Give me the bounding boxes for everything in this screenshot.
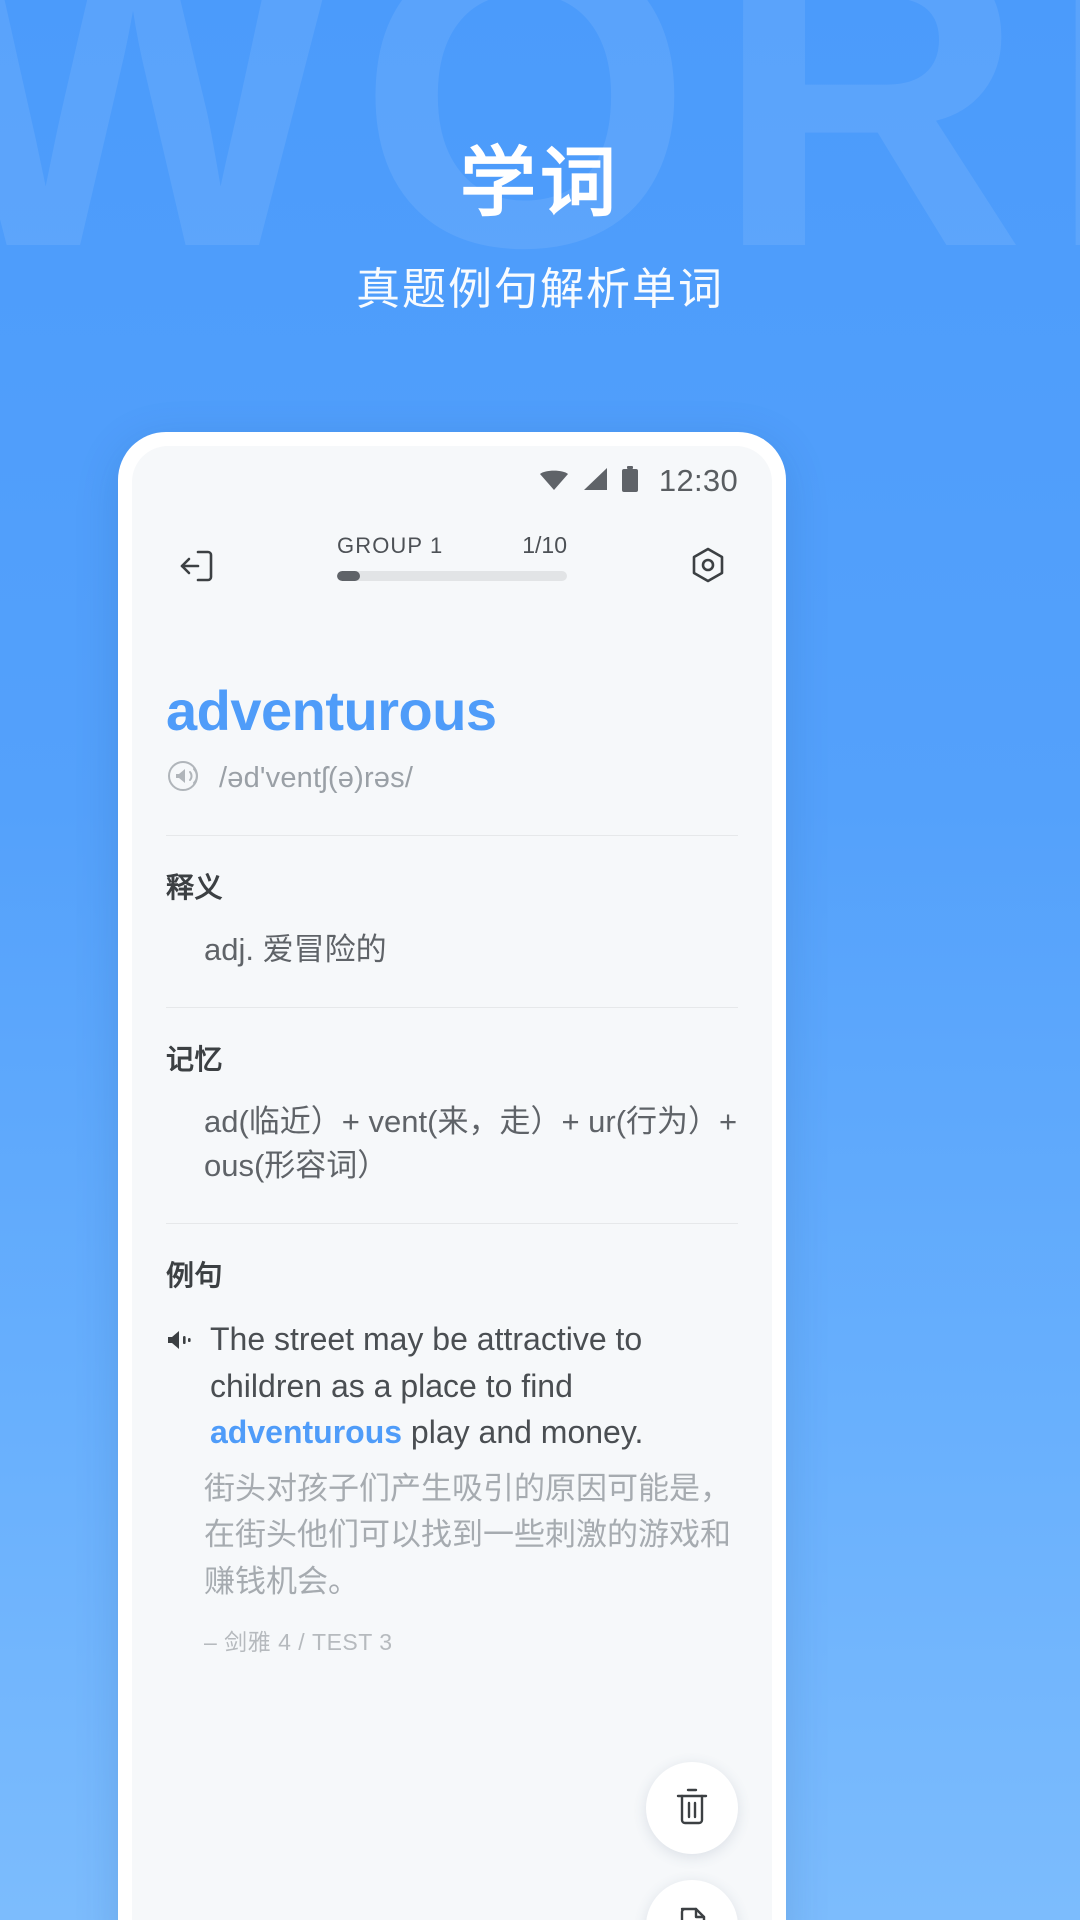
add-note-fab[interactable] <box>646 1880 738 1920</box>
divider <box>166 1006 738 1008</box>
fab-column <box>646 1762 738 1920</box>
example-source: – 剑雅 4 / TEST 3 <box>204 1629 393 1656</box>
section-title-definition: 释义 <box>166 871 224 903</box>
wifi-icon <box>539 467 569 496</box>
status-bar: 12:30 <box>132 446 772 516</box>
hexagon-settings-icon[interactable] <box>678 536 738 596</box>
status-time: 12:30 <box>658 463 738 498</box>
example-sentence-cn: 街头对孩子们产生吸引的原因可能是，在街头他们可以找到一些刺激的游戏和赚钱机会。 <box>204 1470 731 1599</box>
example-en-highlight: adventurous <box>210 1414 403 1451</box>
word-card: adventurous /əd'ventʃ(ə)rəs/ 释义 adj. 爱冒险… <box>132 680 772 1657</box>
app-bar: GROUP 1 1/10 <box>132 516 772 636</box>
example-row: The street may be attractive to children… <box>166 1316 738 1455</box>
example-sentence-en: The street may be attractive to children… <box>210 1316 738 1455</box>
progress-bar-fill <box>337 571 360 581</box>
signal-icon <box>582 467 608 496</box>
speaker-icon[interactable] <box>166 1327 196 1358</box>
page-subtitle: 真题例句解析单词 <box>356 265 724 315</box>
divider <box>166 1223 738 1225</box>
promo-page: WORD 学词 真题例句解析单词 <box>0 0 1080 1920</box>
delete-fab[interactable] <box>646 1762 738 1854</box>
section-body-mnemonic: ad(临近）+ vent(来，走）+ ur(行为）+ ous(形容词） <box>204 1103 738 1184</box>
section-title-mnemonic: 记忆 <box>166 1043 224 1075</box>
section-title-examples: 例句 <box>166 1260 224 1292</box>
progress-bar <box>337 571 567 581</box>
progress-labels: GROUP 1 1/10 <box>337 532 567 559</box>
group-label: GROUP 1 <box>337 533 444 558</box>
example-en-before: The street may be attractive to children… <box>210 1321 643 1404</box>
phonetic-row: /əd'ventʃ(ə)rəs/ <box>166 756 738 801</box>
phone-mockup: 12:30 GROUP 1 1/10 adventurous /əd'ventʃ… <box>118 432 786 1920</box>
promo-header: 学词 真题例句解析单词 <box>0 0 1080 317</box>
speaker-circle-icon[interactable] <box>166 756 206 801</box>
battery-icon <box>621 465 639 497</box>
count-label: 1/10 <box>522 532 567 558</box>
progress-area: GROUP 1 1/10 <box>226 532 678 581</box>
section-body-definition: adj. 爱冒险的 <box>204 931 387 967</box>
phonetic-text: /əd'ventʃ(ə)rəs/ <box>219 761 414 794</box>
word-headword: adventurous <box>166 679 497 742</box>
trash-icon <box>672 1785 712 1832</box>
example-en-after: play and money. <box>402 1414 644 1451</box>
page-title: 学词 <box>460 141 620 226</box>
exit-icon[interactable] <box>166 536 226 596</box>
phone-screen: 12:30 GROUP 1 1/10 adventurous /əd'ventʃ… <box>132 446 772 1920</box>
divider <box>166 834 738 836</box>
file-plus-icon <box>672 1903 712 1920</box>
